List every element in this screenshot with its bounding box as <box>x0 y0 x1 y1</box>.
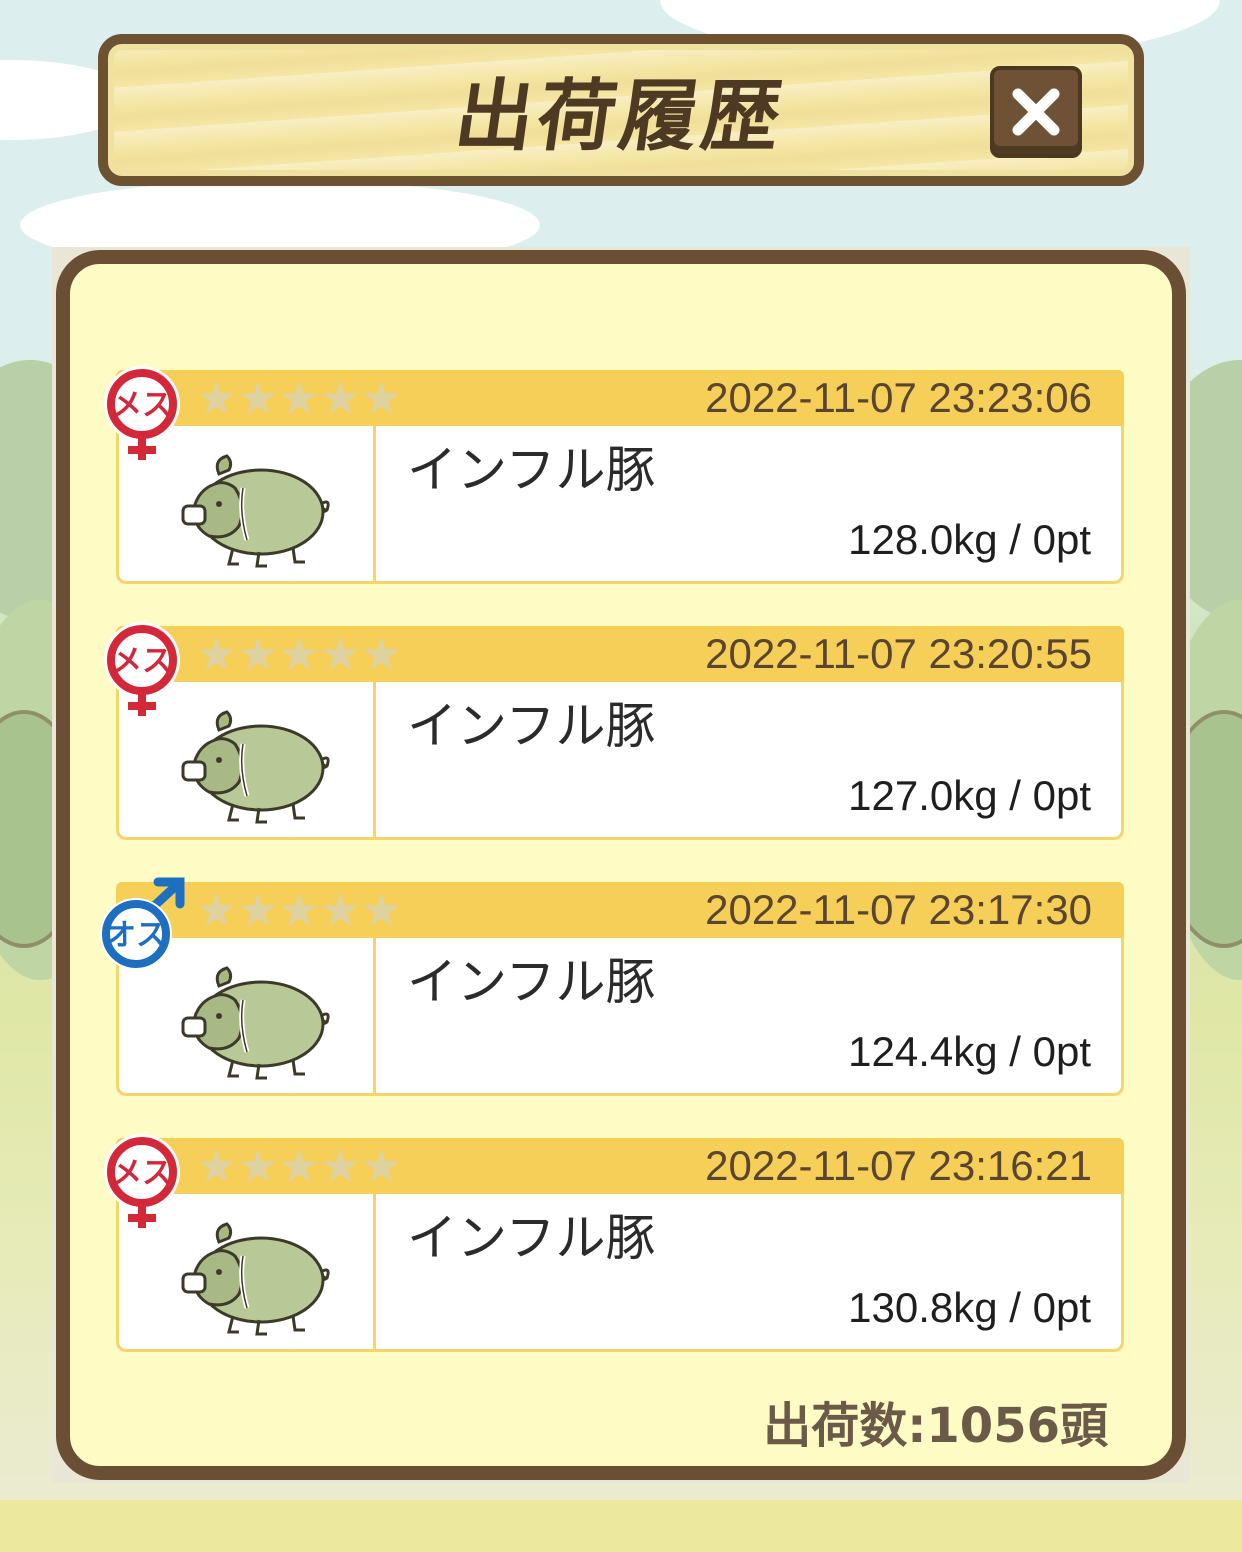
svg-text:メス: メス <box>112 1156 172 1191</box>
star-icon: ★ <box>319 627 361 681</box>
pig-name: インフル豚 <box>407 441 656 499</box>
record-body: インフル豚 128.0kg / 0pt <box>116 426 1124 584</box>
history-record[interactable]: ★ ★ ★ ★ ★ 2022-11-07 23:20:55 インフル豚 127.0kg … <box>104 622 1124 842</box>
ground-strip <box>0 1500 1242 1552</box>
female-icon: メス <box>104 622 180 716</box>
star-icon: ★ <box>237 371 279 425</box>
star-icon: ★ <box>319 883 361 937</box>
female-icon: メス <box>104 366 180 460</box>
column-divider <box>373 938 376 1093</box>
record-date: 2022-11-07 23:20:55 <box>705 630 1092 677</box>
star-icon: ★ <box>361 883 403 937</box>
history-record[interactable]: ★ ★ ★ ★ ★ 2022-11-07 23:23:06 インフル豚 128.0kg … <box>104 366 1124 586</box>
star-icon: ★ <box>361 371 403 425</box>
title-banner: 出荷履歴 <box>98 34 1144 186</box>
star-icon: ★ <box>237 883 279 937</box>
close-button[interactable] <box>990 66 1082 158</box>
column-divider <box>373 426 376 581</box>
star-icon: ★ <box>278 371 320 425</box>
record-body: インフル豚 124.4kg / 0pt <box>116 938 1124 1096</box>
star-rating: ★ ★ ★ ★ ★ <box>196 882 402 938</box>
record-header: ★ ★ ★ ★ ★ 2022-11-07 23:23:06 <box>116 370 1124 426</box>
male-icon: オス <box>100 877 185 970</box>
record-header: ★ ★ ★ ★ ★ 2022-11-07 23:17:30 <box>116 882 1124 938</box>
svg-text:メス: メス <box>112 388 172 423</box>
star-icon: ★ <box>237 627 279 681</box>
star-icon: ★ <box>196 371 238 425</box>
column-divider <box>373 682 376 837</box>
record-date: 2022-11-07 23:17:30 <box>705 886 1092 933</box>
star-icon: ★ <box>237 1139 279 1193</box>
star-rating: ★ ★ ★ ★ ★ <box>196 370 402 426</box>
history-record[interactable]: ★ ★ ★ ★ ★ 2022-11-07 23:17:30 インフル豚 124.4kg … <box>100 877 1124 1098</box>
star-icon: ★ <box>278 883 320 937</box>
pig-name: インフル豚 <box>407 1209 656 1267</box>
weight-points: 127.0kg / 0pt <box>848 772 1091 819</box>
star-rating: ★ ★ ★ ★ ★ <box>196 1138 402 1194</box>
record-date: 2022-11-07 23:23:06 <box>705 374 1092 421</box>
star-icon: ★ <box>278 1139 320 1193</box>
total-shipped: 出荷数:1056頭 <box>763 1398 1108 1454</box>
record-header: ★ ★ ★ ★ ★ 2022-11-07 23:16:21 <box>116 1138 1124 1194</box>
svg-text:オス: オス <box>106 918 166 953</box>
weight-points: 130.8kg / 0pt <box>848 1284 1091 1331</box>
record-body: インフル豚 130.8kg / 0pt <box>116 1194 1124 1352</box>
star-icon: ★ <box>196 883 238 937</box>
star-icon: ★ <box>319 371 361 425</box>
pig-name: インフル豚 <box>407 953 656 1011</box>
record-date: 2022-11-07 23:16:21 <box>705 1142 1092 1189</box>
weight-points: 128.0kg / 0pt <box>848 516 1091 563</box>
pig-name: インフル豚 <box>407 697 656 755</box>
star-icon: ★ <box>361 627 403 681</box>
star-icon: ★ <box>319 1139 361 1193</box>
page-title: 出荷履歴 <box>449 71 791 162</box>
svg-text:メス: メス <box>112 644 172 679</box>
star-icon: ★ <box>196 1139 238 1193</box>
history-record[interactable]: ★ ★ ★ ★ ★ 2022-11-07 23:16:21 インフル豚 130.8kg … <box>104 1134 1124 1354</box>
female-icon: メス <box>104 1134 180 1228</box>
star-icon: ★ <box>361 1139 403 1193</box>
weight-points: 124.4kg / 0pt <box>848 1028 1091 1075</box>
close-icon <box>1012 88 1060 136</box>
record-header: ★ ★ ★ ★ ★ 2022-11-07 23:20:55 <box>116 626 1124 682</box>
star-icon: ★ <box>278 627 320 681</box>
star-icon: ★ <box>196 627 238 681</box>
star-rating: ★ ★ ★ ★ ★ <box>196 626 402 682</box>
record-body: インフル豚 127.0kg / 0pt <box>116 682 1124 840</box>
column-divider <box>373 1194 376 1349</box>
